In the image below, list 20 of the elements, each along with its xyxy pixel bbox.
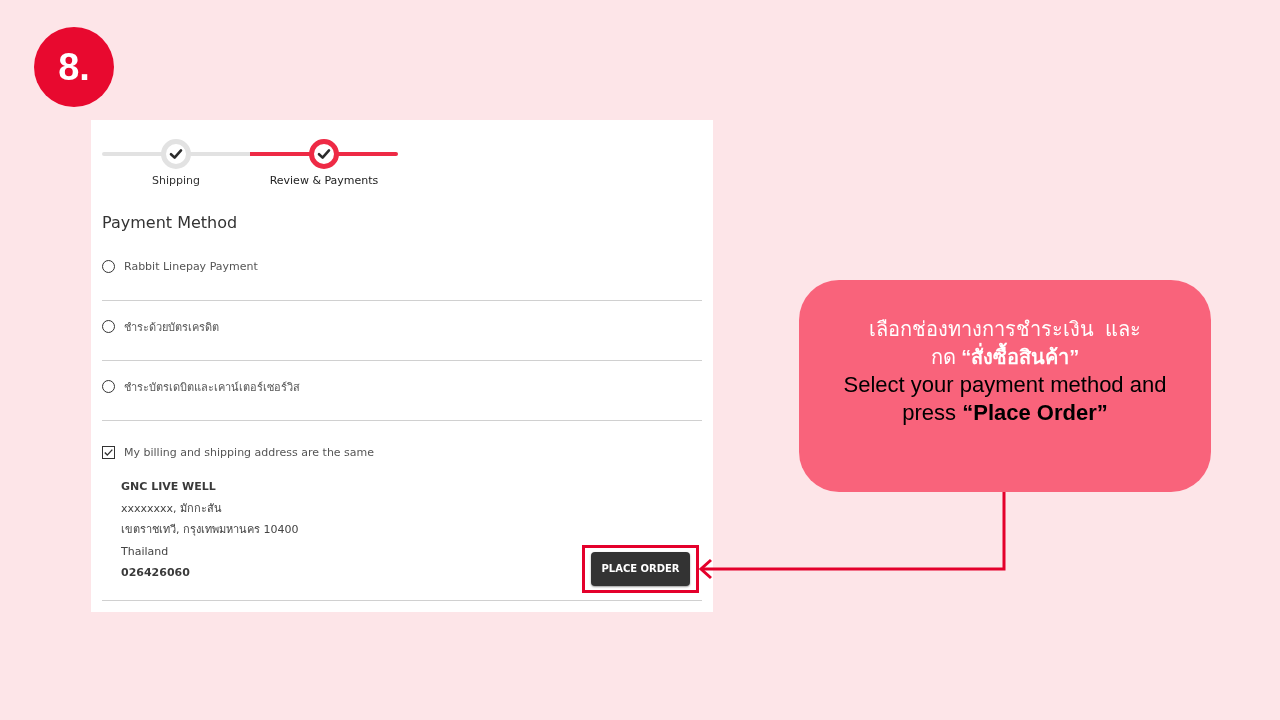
- place-order-button[interactable]: PLACE ORDER: [591, 551, 690, 586]
- radio-button[interactable]: [102, 320, 115, 333]
- recipient-name: GNC LIVE WELL: [121, 479, 217, 495]
- checkbox-label: My billing and shipping address are the same: [124, 446, 375, 459]
- address-line: xxxxxxxx, มักกะสัน: [121, 500, 224, 517]
- radio-button[interactable]: [102, 260, 115, 273]
- option-label: Rabbit Linepay Payment: [124, 260, 258, 273]
- step-number-badge: 8.: [34, 27, 114, 107]
- section-heading: Payment Method: [102, 213, 239, 233]
- option-label: ชำระบัตรเดบิตและเคาน์เตอร์เซอร์วิส: [124, 379, 300, 396]
- checkbox[interactable]: [102, 446, 115, 459]
- address-line: เขตราชเทวี, กรุงเทพมหานคร 10400: [121, 522, 299, 538]
- callout-text: เลือกช่องทางการชำระเงิน และ กด “สั่งซื้อสินค้า”: [867, 317, 1143, 370]
- step-label: Shipping: [152, 174, 200, 188]
- callout-text: Select your payment method and press “Place Order”: [842, 371, 1168, 427]
- phone-number: 026426060: [121, 565, 191, 581]
- step-label: Review & Payments: [269, 174, 379, 188]
- option-label: ชำระด้วยบัตรเครดิต: [124, 319, 219, 336]
- radio-button[interactable]: [102, 380, 115, 393]
- address-line: Thailand: [121, 543, 170, 560]
